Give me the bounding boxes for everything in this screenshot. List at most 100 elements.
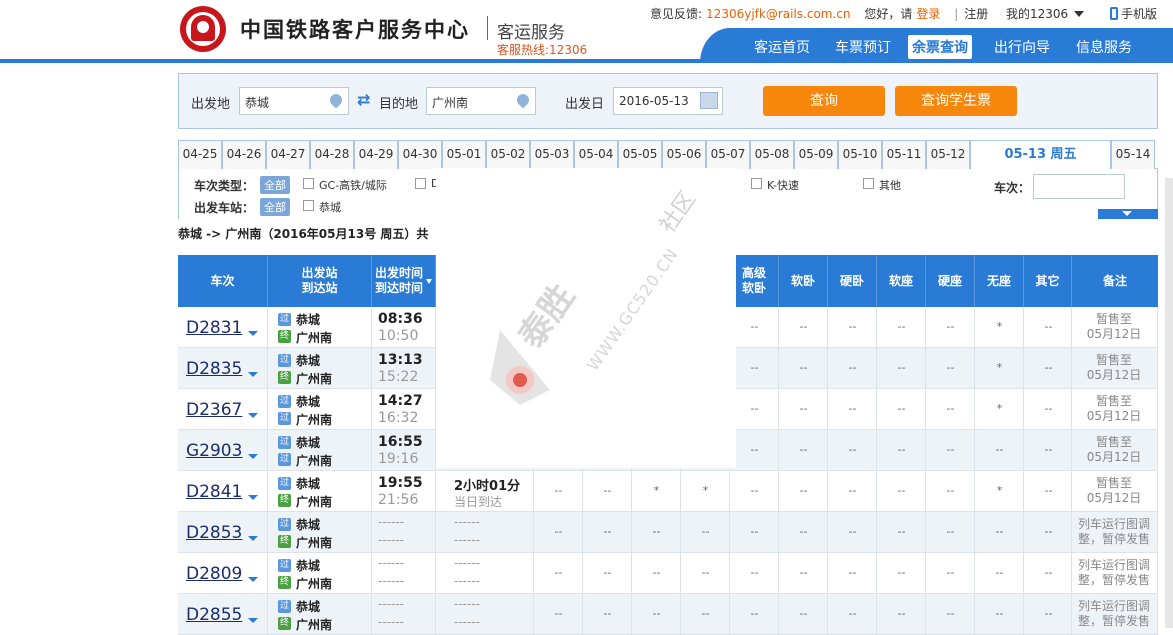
chevron-down-icon[interactable]: [248, 495, 258, 500]
seat-availability[interactable]: --: [926, 443, 975, 456]
seat-availability[interactable]: --: [1024, 566, 1073, 579]
seat-availability[interactable]: --: [779, 402, 828, 415]
seat-availability[interactable]: *: [681, 484, 730, 497]
seat-availability[interactable]: --: [1024, 320, 1073, 333]
seat-availability[interactable]: --: [681, 607, 730, 620]
seat-availability[interactable]: --: [730, 320, 779, 333]
login-link[interactable]: 登录: [916, 7, 940, 21]
chevron-down-icon[interactable]: [248, 372, 258, 377]
seat-availability[interactable]: --: [534, 566, 583, 579]
date-tab[interactable]: 05-08: [750, 140, 794, 169]
seat-availability[interactable]: --: [828, 607, 877, 620]
train-number-link[interactable]: D2831: [186, 318, 242, 338]
seat-availability[interactable]: --: [828, 361, 877, 374]
station-all[interactable]: 全部: [260, 198, 290, 216]
train-number-link[interactable]: D2809: [186, 564, 242, 584]
seat-availability[interactable]: --: [681, 566, 730, 579]
seat-availability[interactable]: --: [1024, 443, 1073, 456]
chevron-down-icon[interactable]: [248, 536, 258, 541]
seat-availability[interactable]: --: [926, 607, 975, 620]
seat-availability[interactable]: --: [779, 443, 828, 456]
seat-availability[interactable]: --: [779, 361, 828, 374]
checkbox-station[interactable]: [303, 200, 314, 211]
chevron-down-icon[interactable]: [248, 331, 258, 336]
date-tab[interactable]: 05-14: [1111, 140, 1155, 169]
seat-availability[interactable]: --: [779, 484, 828, 497]
seat-availability[interactable]: --: [730, 402, 779, 415]
nav-item-travel-guide[interactable]: 出行向导: [994, 37, 1050, 57]
seat-availability[interactable]: --: [779, 320, 828, 333]
seat-availability[interactable]: --: [583, 525, 632, 538]
seat-availability[interactable]: --: [926, 361, 975, 374]
seat-availability[interactable]: --: [534, 484, 583, 497]
seat-availability[interactable]: --: [877, 566, 926, 579]
seat-availability[interactable]: --: [877, 607, 926, 620]
seat-availability[interactable]: --: [926, 402, 975, 415]
date-tab[interactable]: 05-06: [662, 140, 706, 169]
seat-availability[interactable]: --: [877, 525, 926, 538]
seat-availability[interactable]: --: [681, 525, 730, 538]
seat-availability[interactable]: --: [828, 443, 877, 456]
seat-availability[interactable]: --: [1024, 402, 1073, 415]
seat-availability[interactable]: --: [828, 525, 877, 538]
seat-availability[interactable]: --: [877, 361, 926, 374]
seat-availability[interactable]: --: [534, 607, 583, 620]
my-12306-menu[interactable]: 我的12306: [1006, 5, 1085, 22]
train-number-link[interactable]: G2903: [186, 441, 242, 461]
query-button[interactable]: 查询: [763, 86, 885, 116]
seat-availability[interactable]: --: [877, 484, 926, 497]
seat-availability[interactable]: --: [632, 525, 681, 538]
date-tab[interactable]: 05-07: [706, 140, 750, 169]
chevron-down-icon[interactable]: [248, 577, 258, 582]
checkbox-k[interactable]: [751, 178, 762, 189]
train-number-link[interactable]: D2835: [186, 359, 242, 379]
date-tab[interactable]: 04-28: [310, 140, 354, 169]
seat-availability[interactable]: *: [975, 484, 1024, 497]
nav-item-remaining-tickets[interactable]: 余票查询: [908, 35, 972, 59]
date-tab[interactable]: 05-05: [618, 140, 662, 169]
seat-availability[interactable]: --: [583, 484, 632, 497]
date-tab[interactable]: 05-03: [530, 140, 574, 169]
seat-availability[interactable]: --: [583, 607, 632, 620]
chevron-down-icon[interactable]: [248, 454, 258, 459]
seat-availability[interactable]: --: [1024, 484, 1073, 497]
checkbox-other[interactable]: [863, 178, 874, 189]
date-tab[interactable]: 04-26: [222, 140, 266, 169]
seat-availability[interactable]: --: [926, 566, 975, 579]
seat-availability[interactable]: --: [1024, 361, 1073, 374]
nav-item-info-service[interactable]: 信息服务: [1076, 37, 1132, 57]
seat-availability[interactable]: --: [975, 525, 1024, 538]
seat-availability[interactable]: --: [828, 484, 877, 497]
seat-availability[interactable]: --: [877, 402, 926, 415]
seat-availability[interactable]: --: [975, 607, 1024, 620]
th-train[interactable]: 车次: [178, 255, 268, 307]
date-tab[interactable]: 04-30: [398, 140, 442, 169]
chevron-down-icon[interactable]: [248, 618, 258, 623]
date-tab[interactable]: 05-02: [486, 140, 530, 169]
seat-availability[interactable]: *: [975, 320, 1024, 333]
register-link[interactable]: 注册: [964, 7, 988, 21]
seat-availability[interactable]: --: [730, 607, 779, 620]
train-number-link[interactable]: D2853: [186, 523, 242, 543]
train-no-input[interactable]: [1033, 174, 1125, 199]
train-number-link[interactable]: D2841: [186, 482, 242, 502]
train-number-link[interactable]: D2855: [186, 605, 242, 625]
th-time[interactable]: 出发时间 到达时间: [372, 255, 436, 307]
date-tab[interactable]: 05-13 周五: [970, 140, 1111, 170]
seat-availability[interactable]: --: [1024, 607, 1073, 620]
seat-availability[interactable]: --: [583, 566, 632, 579]
seat-availability[interactable]: *: [632, 484, 681, 497]
seat-availability[interactable]: --: [828, 566, 877, 579]
feedback-email-link[interactable]: 12306yjfk@rails.com.cn: [706, 7, 850, 21]
seat-availability[interactable]: --: [975, 443, 1024, 456]
railway-logo[interactable]: [180, 6, 226, 52]
seat-availability[interactable]: --: [730, 484, 779, 497]
seat-availability[interactable]: --: [926, 484, 975, 497]
nav-item-booking[interactable]: 车票预订: [835, 37, 891, 57]
date-tab[interactable]: 04-27: [266, 140, 310, 169]
date-tab[interactable]: 05-12: [926, 140, 970, 169]
date-tab[interactable]: 05-11: [882, 140, 926, 169]
swap-stations-icon[interactable]: ⇄: [357, 90, 370, 109]
seat-availability[interactable]: --: [730, 566, 779, 579]
seat-availability[interactable]: --: [632, 607, 681, 620]
